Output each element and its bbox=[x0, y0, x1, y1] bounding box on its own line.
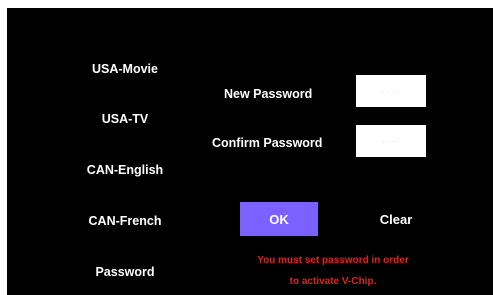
warning-message-line1: You must set password in order bbox=[257, 255, 409, 266]
menu-item-usa-tv[interactable]: USA-TV bbox=[70, 112, 180, 126]
confirm-password-field[interactable]: ···· bbox=[356, 125, 426, 157]
confirm-password-label: Confirm Password bbox=[212, 136, 323, 150]
menu-item-can-french[interactable]: CAN-French bbox=[70, 214, 180, 228]
clear-button[interactable]: Clear bbox=[366, 202, 426, 236]
ok-button[interactable]: OK bbox=[240, 202, 318, 236]
warning-message-line2: to activate V-Chip. bbox=[289, 276, 377, 287]
new-password-field[interactable]: ···· bbox=[356, 75, 426, 107]
new-password-label: New Password bbox=[224, 87, 313, 101]
vchip-screen: USA-Movie USA-TV CAN-English CAN-French … bbox=[7, 8, 493, 295]
menu-item-usa-movie[interactable]: USA-Movie bbox=[70, 62, 180, 76]
menu-item-can-english[interactable]: CAN-English bbox=[70, 163, 180, 177]
menu-item-password[interactable]: Password bbox=[70, 265, 180, 279]
